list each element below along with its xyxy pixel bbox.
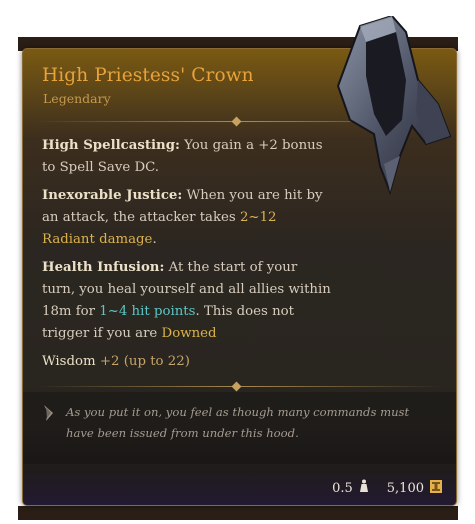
property-label: Health Infusion: (42, 260, 165, 275)
property-label: High Spellcasting: (42, 138, 180, 153)
quill-icon (42, 404, 56, 426)
property-inexorable-justice: Inexorable Justice: When you are hit by … (42, 185, 332, 251)
property-health-infusion: Health Infusion: At the start of your tu… (42, 257, 332, 345)
weight-value: 0.5 (332, 480, 353, 496)
item-rarity: Legendary (43, 91, 111, 106)
hit-points-link[interactable]: 1~4 hit points (99, 304, 195, 319)
downed-condition-link[interactable]: Downed (162, 326, 217, 341)
item-name: High Priestess' Crown (42, 65, 254, 86)
stat-label: Wisdom (42, 354, 96, 369)
crown-hood-icon (336, 16, 452, 196)
property-high-spellcasting: High Spellcasting: You gain a +2 bonus t… (42, 135, 332, 179)
divider-diamond (231, 381, 242, 392)
stat-wisdom: Wisdom +2 (up to 22) (42, 351, 332, 373)
flavor-text: As you put it on, you feel as though man… (66, 405, 410, 440)
property-label: Inexorable Justice: (42, 188, 183, 203)
gold-value: 5,100 (386, 480, 424, 496)
gold-coin-icon (430, 479, 442, 497)
weight-icon (359, 479, 369, 497)
divider-diamond (231, 116, 242, 127)
background-strip-bottom (18, 506, 458, 520)
stat-value: +2 (up to 22) (99, 354, 190, 369)
item-footer: 0.5 5,100 (332, 479, 442, 497)
property-text: . (152, 232, 157, 247)
